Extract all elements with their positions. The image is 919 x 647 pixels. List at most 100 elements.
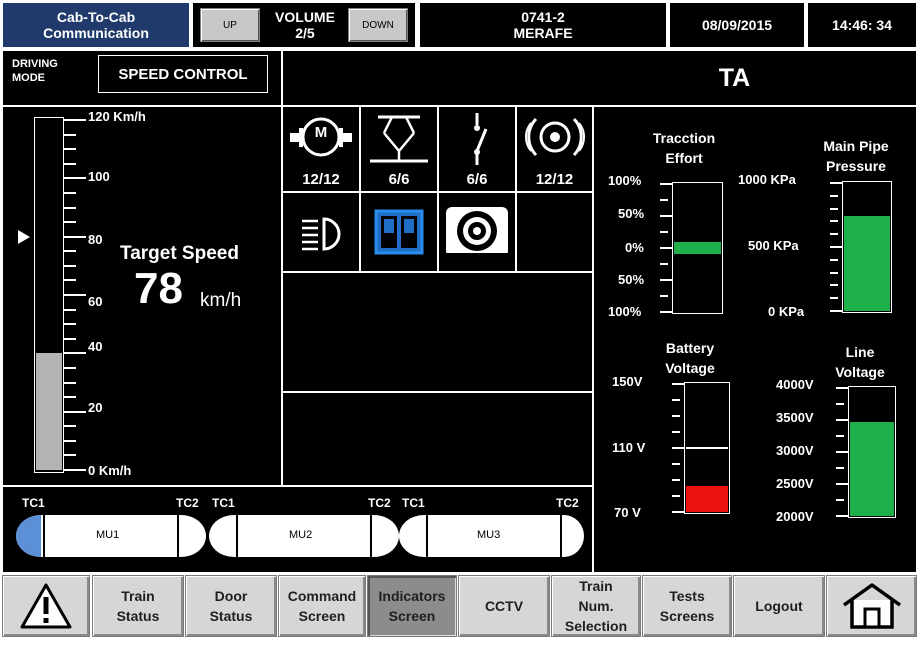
speed-scale-tick bbox=[64, 162, 76, 165]
traction-tick bbox=[660, 279, 672, 281]
speed-scale-tick bbox=[64, 352, 86, 355]
speed-label-60: 60 bbox=[88, 294, 103, 309]
breaker-count: 6/6 bbox=[466, 171, 488, 188]
train-status-button[interactable]: Train Status bbox=[92, 575, 184, 637]
tests-screens-button[interactable]: Tests Screens bbox=[642, 575, 732, 637]
alarm-button[interactable] bbox=[2, 575, 90, 637]
unit1-right-cab-label: TC2 bbox=[176, 496, 199, 510]
traction-label-50-top: 50% bbox=[618, 206, 645, 221]
time-display: 14:46: 34 bbox=[807, 2, 917, 48]
target-speed-value: 78 bbox=[134, 264, 183, 313]
battery-tick bbox=[672, 431, 680, 433]
wheel-brake-icon bbox=[446, 207, 508, 259]
line-label-4000: 4000V bbox=[776, 377, 814, 392]
date-display: 08/09/2015 bbox=[669, 2, 805, 48]
warning-icon bbox=[20, 583, 72, 629]
battery-label-70: 70 V bbox=[614, 505, 641, 520]
main-pipe-tick bbox=[830, 220, 838, 223]
cctv-button[interactable]: CCTV bbox=[458, 575, 550, 637]
speed-scale-tick bbox=[64, 469, 86, 471]
current-speed-bar bbox=[36, 353, 62, 470]
door-status-button[interactable]: Door Status bbox=[185, 575, 277, 637]
unit3-left-cab-label: TC1 bbox=[402, 496, 425, 510]
indicator-circuit-breaker: 6/6 bbox=[438, 106, 516, 192]
line-voltage-tick bbox=[836, 387, 848, 389]
battery-tick bbox=[672, 415, 680, 417]
speed-label-20: 20 bbox=[88, 400, 103, 415]
speed-scale-tick bbox=[64, 439, 76, 442]
traction-tick bbox=[660, 199, 668, 201]
traction-title: Tracction Effort bbox=[652, 130, 716, 166]
target-speed-label: Target Speed bbox=[120, 243, 239, 264]
mode-code: TA bbox=[282, 50, 917, 106]
main-pipe-label-500: 500 KPa bbox=[748, 238, 799, 253]
home-button[interactable] bbox=[826, 575, 917, 637]
main-pipe-title: Main Pipe Pressure bbox=[823, 138, 889, 174]
traction-label-100-bottom: 100% bbox=[608, 304, 642, 319]
unit-mu2-label: MU2 bbox=[289, 529, 313, 541]
traction-tick bbox=[660, 231, 668, 233]
main-pipe-tick bbox=[830, 246, 842, 248]
line-voltage-tick bbox=[836, 483, 848, 485]
speed-control-mode: SPEED CONTROL bbox=[98, 55, 268, 93]
traction-tick bbox=[660, 183, 672, 185]
main-pipe-tick bbox=[830, 207, 838, 210]
main-pipe-tick bbox=[830, 258, 838, 261]
main-pipe-label-1000: 1000 KPa bbox=[738, 172, 796, 187]
train-num-selection-button[interactable]: Train Num. Selection bbox=[551, 575, 641, 637]
active-cab-indicator bbox=[16, 515, 41, 557]
indicators-screen-button[interactable]: Indicators Screen bbox=[367, 575, 457, 637]
unit3-right-cab-label: TC2 bbox=[556, 496, 579, 510]
line-voltage-bar bbox=[850, 421, 894, 516]
main-pipe-tick bbox=[830, 233, 838, 236]
driving-mode-label: DRIVING MODE bbox=[12, 58, 58, 84]
unit1-left-cab-label: TC1 bbox=[22, 496, 45, 510]
line-voltage-tick bbox=[836, 419, 848, 421]
speed-scale-tick bbox=[64, 425, 76, 428]
main-pipe-tick bbox=[830, 310, 842, 312]
pantograph-icon bbox=[370, 115, 428, 163]
traction-label-100-top: 100% bbox=[608, 173, 642, 188]
speed-scale-tick bbox=[64, 133, 76, 136]
speed-scale-tick bbox=[64, 454, 76, 457]
main-pipe-tick bbox=[830, 182, 842, 184]
line-voltage-tick bbox=[836, 451, 848, 453]
train-info: 0741-2 MERAFE bbox=[419, 2, 667, 48]
line-voltage-tick bbox=[836, 515, 848, 517]
battery-title: Battery Voltage bbox=[665, 340, 715, 376]
traction-label-0: 0% bbox=[625, 240, 644, 255]
indicator-headlight bbox=[282, 192, 360, 272]
speed-label-80: 80 bbox=[88, 232, 103, 247]
target-speed-marker bbox=[18, 229, 30, 244]
unit2-right-cab-label: TC2 bbox=[368, 496, 391, 510]
speed-scale-tick bbox=[64, 206, 76, 209]
speed-scale-tick bbox=[64, 264, 76, 267]
circuit-breaker-icon bbox=[474, 113, 488, 165]
speed-scale-tick bbox=[64, 366, 76, 369]
battery-110-line bbox=[686, 447, 728, 449]
speed-label-40: 40 bbox=[88, 339, 103, 354]
battery-tick bbox=[672, 511, 684, 513]
motor-count: 12/12 bbox=[302, 171, 340, 188]
line-voltage-tick bbox=[836, 467, 844, 469]
main-pipe-tick bbox=[830, 194, 838, 197]
logout-button[interactable]: Logout bbox=[733, 575, 825, 637]
speed-scale-tick bbox=[64, 323, 76, 326]
cab-to-cab-label: Cab-To-Cab Communication bbox=[43, 9, 149, 41]
traction-tick bbox=[660, 215, 672, 217]
volume-up-button[interactable]: UP bbox=[200, 8, 260, 42]
speed-scale-tick bbox=[64, 410, 86, 413]
speed-scale-tick bbox=[64, 119, 86, 121]
command-screen-button[interactable]: Command Screen bbox=[278, 575, 366, 637]
line-voltage-tick bbox=[836, 435, 844, 437]
speed-scale-tick bbox=[64, 294, 86, 296]
traction-tick bbox=[660, 247, 672, 249]
volume-down-button[interactable]: DOWN bbox=[348, 8, 408, 42]
traction-bar bbox=[674, 242, 721, 254]
door-icon bbox=[374, 209, 424, 255]
speed-scale-tick bbox=[64, 148, 76, 151]
battery-tick bbox=[672, 463, 680, 465]
battery-tick bbox=[672, 479, 680, 481]
home-icon bbox=[842, 583, 901, 629]
speed-scale-tick bbox=[64, 221, 76, 224]
